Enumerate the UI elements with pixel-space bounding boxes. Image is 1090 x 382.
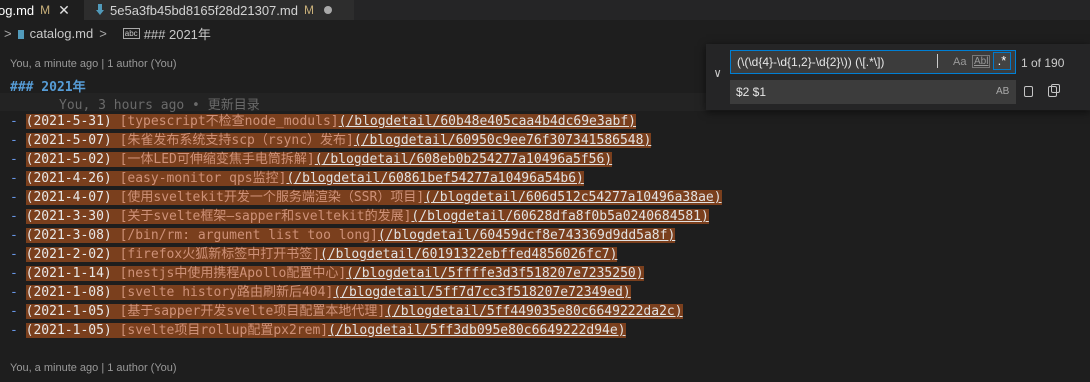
entry-date: (2021-1-14) bbox=[25, 266, 112, 281]
entry-title: [firefox火狐新标签中打开书签] bbox=[119, 247, 321, 262]
entry-title: [使用sveltekit开发一个服务端渲染（SSR）项目] bbox=[119, 190, 425, 205]
entry-date: (2021-3-30) bbox=[25, 209, 112, 224]
git-blame-annotation: You, 3 hours ago • 更新目录 bbox=[59, 98, 260, 113]
find-replace-widget: ∨ (\(\d{4}-\d{1,2}-\d{2}\)) (\[.*\]) Aa … bbox=[706, 44, 1090, 110]
list-item: - (2021-5-31) [typescript不检查node_moduls]… bbox=[10, 114, 637, 129]
tab-blog-file[interactable]: 5e5a3fb45bd8165f28d21307.md M bbox=[84, 0, 354, 20]
entry-title: [typescript不检查node_moduls] bbox=[119, 114, 339, 129]
entry-link[interactable]: (/blogdetail/5ffffe3d3f518207e7235250) bbox=[346, 266, 643, 281]
entry-title: [关于svelte框架—sapper和sveltekit的发展] bbox=[119, 209, 412, 224]
list-item: - (2021-5-02) [一体LED可伸缩变焦手电筒拆解](/blogdet… bbox=[10, 152, 613, 167]
modified-badge: M bbox=[40, 3, 51, 17]
tab-label: og.md bbox=[0, 2, 35, 18]
entry-link[interactable]: (/blogdetail/60191322ebffed4856026fc7) bbox=[320, 247, 617, 262]
list-item: - (2021-1-05) [svelte项目rollup配置px2rem](/… bbox=[10, 323, 626, 338]
entry-date: (2021-4-26) bbox=[25, 171, 112, 186]
list-item: - (2021-5-07) [朱雀发布系统支持scp（rsync）发布](/bl… bbox=[10, 133, 652, 148]
list-item: - (2021-2-02) [firefox火狐新标签中打开书签](/blogd… bbox=[10, 247, 618, 262]
entry-title: [nestjs中使用携程Apollo配置中心] bbox=[119, 266, 347, 281]
codelens-author[interactable]: You, a minute ago | 1 author (You) bbox=[10, 362, 177, 374]
regex-icon[interactable]: .* bbox=[993, 52, 1011, 70]
entry-date: (2021-2-02) bbox=[25, 247, 112, 262]
entry-title: [朱雀发布系统支持scp（rsync）发布] bbox=[119, 133, 354, 148]
entry-link[interactable]: (/blogdetail/60628dfa8f0b5a0240684581) bbox=[411, 209, 708, 224]
markdown-file-icon bbox=[17, 29, 24, 39]
list-item: - (2021-1-05) [基于sapper开发svelte项目配置本地代理]… bbox=[10, 304, 683, 319]
entry-link[interactable]: (/blogdetail/60861bef54277a10496a54b6) bbox=[286, 171, 583, 186]
breadcrumb: > catalog.md > abc ### 2021年 bbox=[0, 22, 211, 44]
entry-title: [svelte项目rollup配置px2rem] bbox=[119, 323, 329, 338]
entry-title: [easy-monitor qps监控] bbox=[119, 171, 287, 186]
entry-title: [/bin/rm: argument list too long] bbox=[119, 228, 378, 243]
entry-date: (2021-1-08) bbox=[25, 285, 112, 300]
modified-badge: M bbox=[303, 3, 314, 17]
close-icon[interactable]: ✕ bbox=[58, 2, 70, 19]
entry-title: [svelte history路由刷新后404] bbox=[119, 285, 334, 300]
list-item: - (2021-1-14) [nestjs中使用携程Apollo配置中心](/b… bbox=[10, 266, 644, 281]
chevron-right-icon: > bbox=[99, 25, 107, 41]
replace-all-icon[interactable] bbox=[1046, 84, 1060, 100]
list-item: - (2021-4-07) [使用sveltekit开发一个服务端渲染（SSR）… bbox=[10, 190, 722, 205]
whole-word-icon[interactable]: Abl bbox=[972, 55, 991, 68]
entry-link[interactable]: (/blogdetail/5ff449035e80c6649222da2c) bbox=[385, 304, 682, 319]
tab-catalog[interactable]: og.md M ✕ bbox=[0, 0, 84, 20]
entry-link[interactable]: (/blogdetail/5ff3db095e80c6649222d94e) bbox=[328, 323, 625, 338]
codelens-author[interactable]: You, a minute ago | 1 author (You) bbox=[10, 58, 177, 70]
text-cursor-icon bbox=[937, 54, 940, 68]
entry-list: - (2021-5-31) [typescript不检查node_moduls]… bbox=[10, 112, 722, 340]
entry-date: (2021-1-05) bbox=[25, 323, 112, 338]
entry-link[interactable]: (/blogdetail/608eb0b254277a10496a5f56) bbox=[315, 152, 612, 167]
breadcrumb-symbol[interactable]: ### 2021年 bbox=[144, 24, 211, 43]
entry-link[interactable]: (/blogdetail/606d512c54277a10496a38ae) bbox=[424, 190, 721, 205]
find-input[interactable]: (\(\d{4}-\d{1,2}-\d{2}\)) (\[.*\]) Aa Ab… bbox=[730, 50, 1016, 74]
preserve-case-icon[interactable]: AB bbox=[996, 86, 1009, 97]
entry-link[interactable]: (/blogdetail/5ff7d7cc3f518207e72349ed) bbox=[333, 285, 630, 300]
entry-link[interactable]: (/blogdetail/60459dcf8e743369d9dd5a8f) bbox=[378, 228, 675, 243]
find-query: (\(\d{4}-\d{1,2}-\d{2}\)) (\[.*\]) bbox=[737, 55, 885, 69]
markdown-file-icon bbox=[96, 3, 106, 17]
entry-link[interactable]: (/blogdetail/60950c9ee76f307341586548) bbox=[354, 133, 651, 148]
toggle-replace-icon[interactable]: ∨ bbox=[714, 66, 721, 80]
entry-date: (2021-3-08) bbox=[25, 228, 112, 243]
list-item: - (2021-3-08) [/bin/rm: argument list to… bbox=[10, 228, 676, 243]
list-item: - (2021-1-08) [svelte history路由刷新后404](/… bbox=[10, 285, 631, 300]
replace-value: $2 $1 bbox=[736, 85, 767, 99]
entry-title: [一体LED可伸缩变焦手电筒拆解] bbox=[119, 152, 315, 167]
entry-link[interactable]: (/blogdetail/60b48e405caa4b4dc69e3abf) bbox=[339, 114, 636, 129]
replace-icon[interactable] bbox=[1022, 84, 1036, 100]
replace-input[interactable]: $2 $1 AB bbox=[730, 80, 1016, 104]
entry-date: (2021-1-05) bbox=[25, 304, 112, 319]
entry-title: [基于sapper开发svelte项目配置本地代理] bbox=[119, 304, 386, 319]
unsaved-dot-icon[interactable] bbox=[323, 6, 332, 14]
list-item: - (2021-3-30) [关于svelte框架—sapper和sveltek… bbox=[10, 209, 709, 224]
tab-label: 5e5a3fb45bd8165f28d21307.md bbox=[110, 2, 298, 18]
list-item: - (2021-4-26) [easy-monitor qps监控](/blog… bbox=[10, 171, 584, 186]
chevron-right-icon: > bbox=[4, 25, 12, 41]
match-count: 1 of 190 bbox=[1021, 56, 1065, 70]
entry-date: (2021-5-02) bbox=[25, 152, 112, 167]
tab-bar: og.md M ✕ 5e5a3fb45bd8165f28d21307.md M bbox=[0, 0, 1090, 20]
entry-date: (2021-4-07) bbox=[25, 190, 112, 205]
match-case-icon[interactable]: Aa bbox=[953, 56, 966, 68]
entry-date: (2021-5-07) bbox=[25, 133, 112, 148]
string-symbol-icon: abc bbox=[122, 27, 140, 39]
breadcrumb-file[interactable]: catalog.md bbox=[30, 26, 94, 41]
entry-date: (2021-5-31) bbox=[25, 114, 112, 129]
